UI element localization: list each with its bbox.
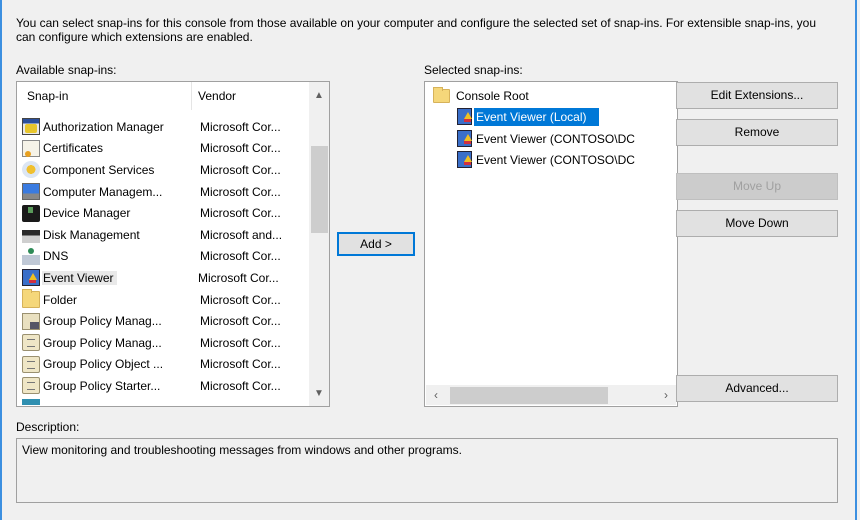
device-manager-icon (22, 204, 40, 222)
tree-item-label: Console Root (456, 88, 529, 103)
remove-button[interactable]: Remove (676, 119, 838, 146)
event-viewer-icon (457, 130, 472, 147)
edit-extensions-button[interactable]: Edit Extensions... (676, 82, 838, 109)
dns-icon (22, 247, 40, 265)
snapin-name: Group Policy Starter... (43, 378, 161, 393)
snapin-vendor: Microsoft Cor... (200, 249, 281, 264)
scroll-left-icon[interactable]: ‹ (426, 385, 446, 405)
window-border-right (855, 0, 857, 520)
vertical-scrollbar[interactable]: ▲ ▼ (309, 82, 329, 406)
snapin-vendor: Microsoft Cor... (200, 206, 281, 221)
group-policy-starter-icon (22, 377, 40, 395)
intro-text: You can select snap-ins for this console… (16, 16, 817, 44)
column-header-vendor[interactable]: Vendor (192, 82, 292, 110)
move-up-button[interactable]: Move Up (676, 173, 838, 200)
snapin-name: Computer Managem... (43, 184, 163, 199)
list-item[interactable]: Group Policy Manag... Microsoft Cor... (17, 310, 310, 332)
tree-item-label: Event Viewer (CONTOSO\DC (476, 131, 635, 146)
event-viewer-icon (457, 108, 472, 125)
tree-item-event-viewer-local[interactable]: Event Viewer (Local) (457, 107, 599, 126)
tree-item-label: Event Viewer (Local) (474, 107, 599, 126)
column-header-snapin[interactable]: Snap-in (17, 82, 192, 110)
event-viewer-icon (457, 151, 472, 168)
group-policy-management-icon (22, 312, 40, 330)
list-item[interactable]: Group Policy Object ... Microsoft Cor... (17, 354, 310, 376)
selected-snapins-label: Selected snap-ins: (424, 63, 523, 77)
snapin-vendor: Microsoft Cor... (200, 314, 281, 329)
snapin-name: DNS (43, 249, 69, 264)
list-item[interactable]: Device Manager Microsoft Cor... (17, 202, 310, 224)
advanced-button[interactable]: Advanced... (676, 375, 838, 402)
snapin-vendor: Microsoft Cor... (200, 162, 281, 177)
add-button[interactable]: Add > (337, 232, 415, 256)
authorization-manager-icon (22, 118, 40, 136)
available-snapins-label: Available snap-ins: (16, 63, 117, 77)
description-box: View monitoring and troubleshooting mess… (16, 438, 838, 503)
list-item[interactable]: Component Services Microsoft Cor... (17, 159, 310, 181)
certificates-icon (22, 139, 40, 157)
available-snapins-list[interactable]: Snap-in Vendor Authorization Manager Mic… (16, 81, 330, 407)
window-border-left (0, 0, 2, 520)
snapin-vendor: Microsoft Cor... (200, 378, 281, 393)
snapin-vendor: Microsoft Cor... (200, 335, 281, 350)
snapin-name: Group Policy Manag... (43, 314, 162, 329)
list-item[interactable]: Disk Management Microsoft and... (17, 224, 310, 246)
folder-icon (433, 86, 450, 103)
snapin-vendor: Microsoft Cor... (200, 141, 281, 156)
list-item[interactable]: Group Policy Starter... Microsoft Cor... (17, 375, 310, 397)
group-policy-object-icon (22, 355, 40, 373)
list-header: Snap-in Vendor (17, 82, 310, 110)
list-item[interactable]: Certificates Microsoft Cor... (17, 138, 310, 160)
list-item[interactable]: Folder Microsoft Cor... (17, 289, 310, 311)
move-down-button[interactable]: Move Down (676, 210, 838, 237)
tree-item-label: Event Viewer (CONTOSO\DC (476, 152, 635, 167)
scroll-up-icon[interactable]: ▲ (309, 86, 329, 106)
snapin-name: Certificates (43, 141, 104, 156)
snapin-name: Event Viewer (42, 270, 118, 285)
tree-item-event-viewer-contoso-1[interactable]: Event Viewer (CONTOSO\DC (457, 129, 637, 148)
description-text: View monitoring and troubleshooting mess… (22, 443, 463, 457)
partially-visible-item-icon (22, 398, 40, 405)
snapin-name: Component Services (43, 162, 155, 177)
snapin-vendor: Microsoft Cor... (200, 357, 281, 372)
horizontal-scrollbar[interactable]: ‹ › (426, 385, 676, 405)
folder-icon (22, 289, 40, 309)
group-policy-editor-icon (22, 334, 40, 352)
available-rows: Authorization Manager Microsoft Cor... C… (17, 116, 310, 405)
list-item[interactable]: Authorization Manager Microsoft Cor... (17, 116, 310, 138)
component-services-icon (22, 161, 40, 179)
scroll-thumb[interactable] (450, 387, 608, 404)
selected-snapins-tree[interactable]: Console Root Event Viewer (Local) Event … (424, 81, 678, 407)
computer-management-icon (22, 183, 40, 201)
list-item[interactable]: Group Policy Manag... Microsoft Cor... (17, 332, 310, 354)
scroll-right-icon[interactable]: › (656, 385, 676, 405)
description-label: Description: (16, 420, 80, 434)
tree-item-event-viewer-contoso-2[interactable]: Event Viewer (CONTOSO\DC (457, 150, 637, 169)
list-item[interactable]: Computer Managem... Microsoft Cor... (17, 181, 310, 203)
list-item-partial[interactable] (17, 397, 310, 405)
list-item[interactable]: DNS Microsoft Cor... (17, 246, 310, 268)
snapin-vendor: Microsoft Cor... (200, 292, 281, 307)
snapin-name: Group Policy Manag... (43, 335, 162, 350)
scroll-thumb[interactable] (311, 146, 328, 233)
snapin-vendor: Microsoft Cor... (198, 270, 279, 285)
tree-item-console-root[interactable]: Console Root (433, 86, 531, 105)
snapin-name: Folder (43, 292, 78, 307)
snapin-name: Group Policy Object ... (43, 357, 164, 372)
list-item-hovered[interactable]: Event Viewer Microsoft Cor... (17, 267, 310, 289)
snapin-vendor: Microsoft and... (200, 227, 283, 242)
disk-management-icon (22, 226, 40, 244)
snapin-name: Disk Management (43, 227, 140, 242)
snapin-name: Device Manager (43, 206, 131, 221)
snapin-name: Authorization Manager (43, 119, 164, 134)
event-viewer-icon (22, 269, 40, 287)
snapin-vendor: Microsoft Cor... (200, 119, 281, 134)
snapin-vendor: Microsoft Cor... (200, 184, 281, 199)
scroll-down-icon[interactable]: ▼ (309, 384, 329, 404)
